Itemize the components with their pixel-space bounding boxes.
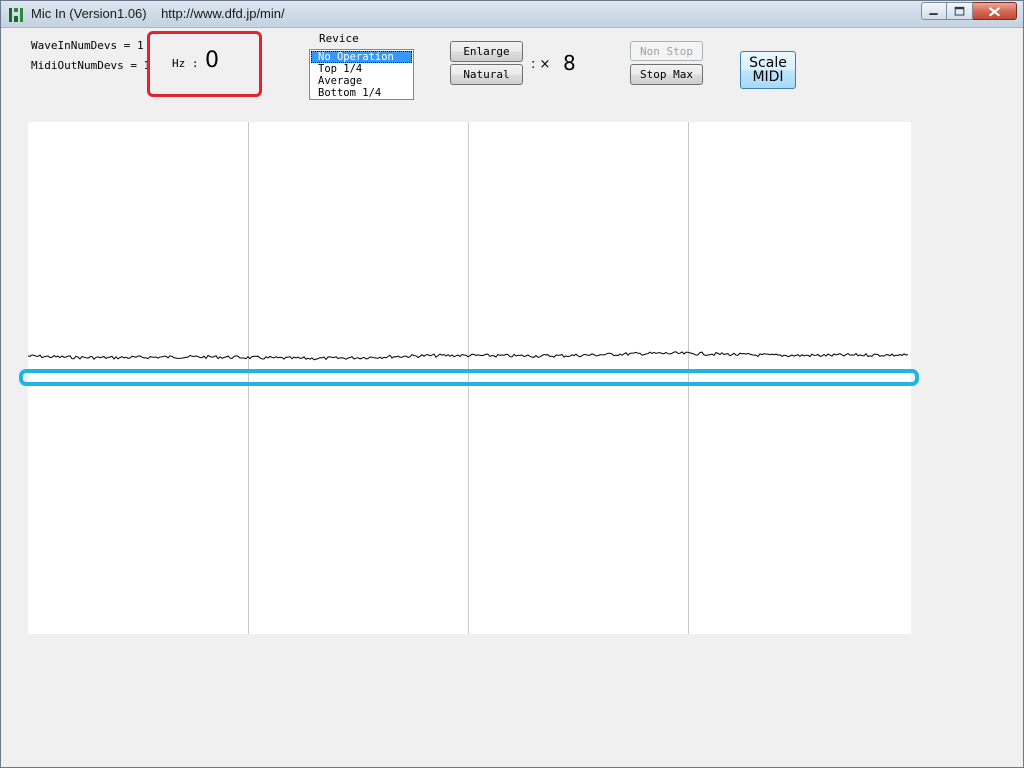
caption-buttons — [921, 2, 1017, 21]
revice-option-bottom-quarter[interactable]: Bottom 1/4 — [310, 87, 413, 99]
title-bar[interactable]: Mic In (Version1.06) http://www.dfd.jp/m… — [1, 1, 1023, 28]
non-stop-button[interactable]: Non Stop — [630, 41, 703, 61]
hz-value: 0 — [205, 48, 219, 73]
app-window: Mic In (Version1.06) http://www.dfd.jp/m… — [0, 0, 1024, 768]
title-app-name: Mic In (Version1.06) — [31, 6, 147, 21]
maximize-button[interactable] — [947, 2, 973, 20]
close-icon — [988, 7, 1001, 17]
revice-option-top-quarter[interactable]: Top 1/4 — [310, 63, 413, 75]
waveform-baseline-highlight — [19, 369, 919, 386]
hz-readout: Hz : 0 — [147, 31, 262, 97]
stop-max-button[interactable]: Stop Max — [630, 64, 703, 85]
scale-midi-line2: MIDI — [752, 69, 784, 85]
window-title: Mic In (Version1.06) http://www.dfd.jp/m… — [31, 6, 285, 21]
close-button[interactable] — [973, 2, 1017, 20]
minimize-icon — [929, 13, 938, 15]
maximize-icon — [954, 6, 965, 16]
hz-label: Hz : — [172, 57, 199, 70]
revice-option-no-operation[interactable]: No Operation — [311, 51, 412, 63]
midi-out-devs-label: MidiOutNumDevs = 1 — [31, 59, 151, 72]
scale-midi-button[interactable]: Scale MIDI — [740, 51, 796, 89]
title-url: http://www.dfd.jp/min/ — [161, 6, 285, 21]
multiplier-value: 8 — [563, 51, 576, 75]
revice-option-average[interactable]: Average — [310, 75, 413, 87]
app-icon — [9, 8, 23, 22]
revice-listbox[interactable]: No Operation Top 1/4 Average Bottom 1/4 — [309, 49, 414, 100]
revice-label: Revice — [319, 32, 359, 45]
minimize-button[interactable] — [921, 2, 947, 20]
natural-button[interactable]: Natural — [450, 64, 523, 85]
multiplier-label: : × — [531, 57, 551, 72]
scale-midi-line1: Scale — [749, 55, 787, 71]
enlarge-button[interactable]: Enlarge — [450, 41, 523, 62]
wave-in-devs-label: WaveInNumDevs = 1 — [31, 39, 144, 52]
